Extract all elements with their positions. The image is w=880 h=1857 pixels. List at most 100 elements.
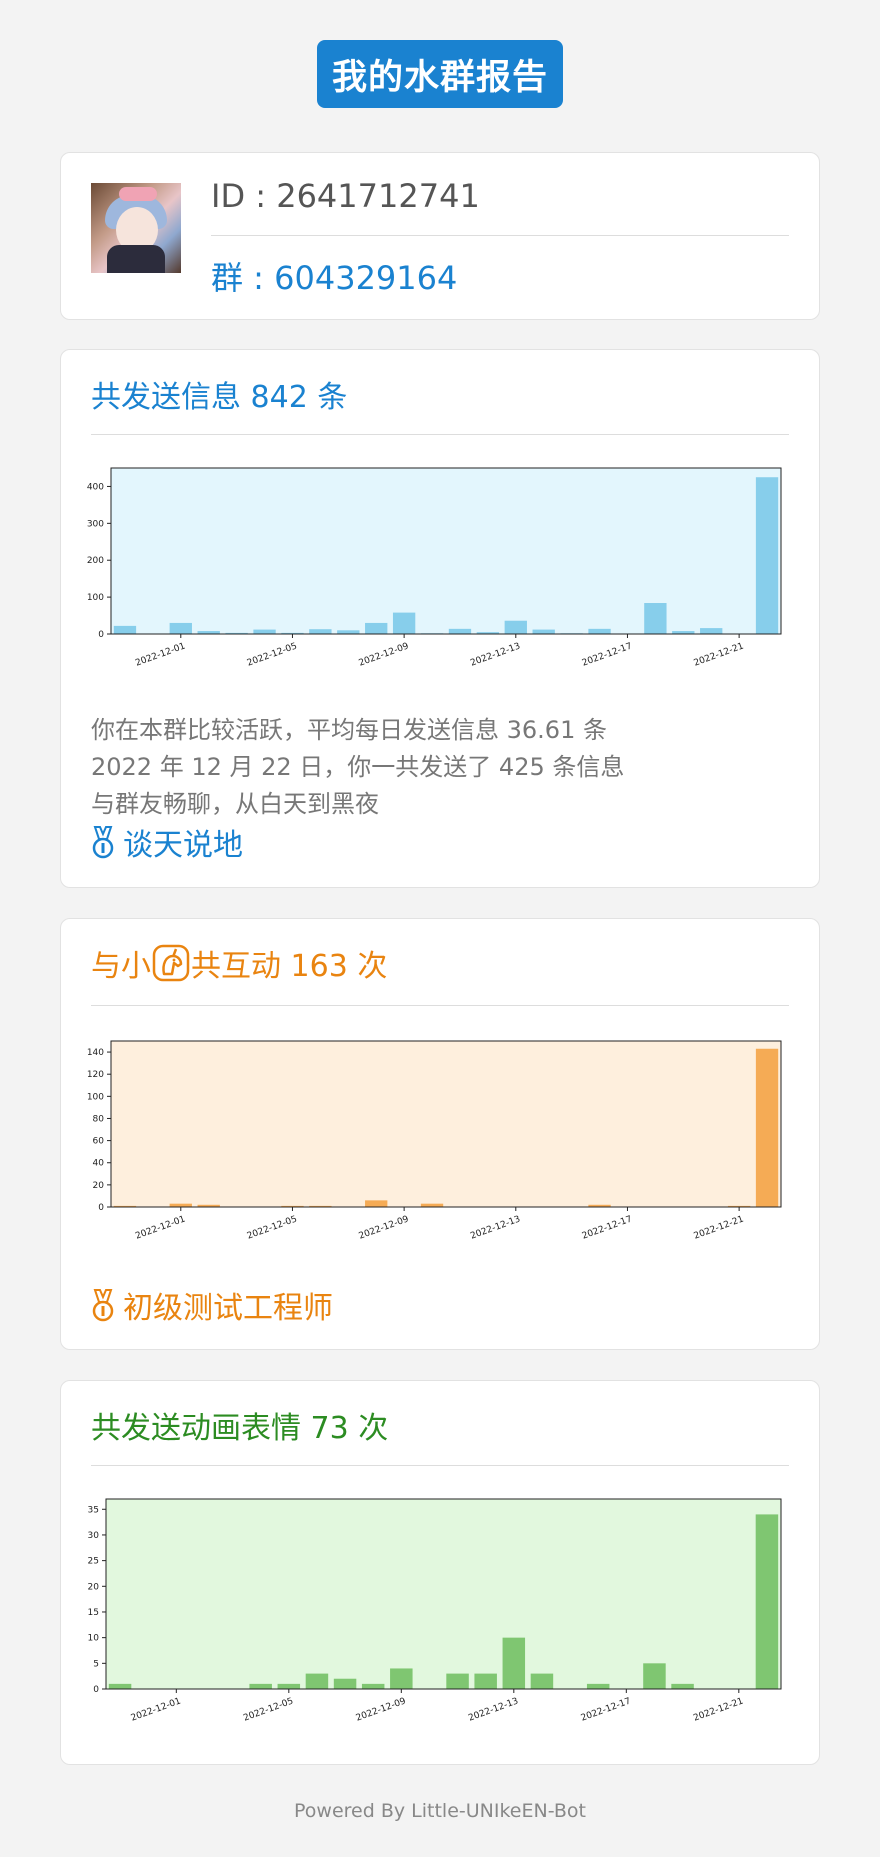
avatar: [91, 183, 181, 273]
bar: [644, 603, 667, 634]
bar: [446, 1673, 469, 1689]
interactions-card: 与小 共互动 163 次 0 20 40 60 80 100 120 140 2022-12-0…: [60, 918, 820, 1350]
y-tick-label: 100: [87, 1092, 104, 1102]
y-tick-label: 120: [87, 1070, 104, 1080]
interactions-title-prefix: 与小: [91, 949, 151, 984]
x-tick-label: 2022-12-13: [467, 1696, 520, 1723]
x-tick-label: 2022-12-01: [134, 641, 187, 668]
bar: [305, 1673, 329, 1689]
bar: [253, 629, 276, 634]
x-tick-label: 2022-12-09: [358, 641, 411, 668]
y-tick-label: 40: [93, 1159, 105, 1169]
y-tick-label: 15: [88, 1608, 99, 1618]
y-tick-label: 35: [88, 1505, 99, 1515]
y-tick-label: 0: [98, 1203, 104, 1213]
bar: [532, 629, 555, 634]
interactions-badge: 初级测试工程师: [91, 1283, 333, 1327]
footer-credit: Powered By Little-UNIkeEN-Bot: [294, 1800, 586, 1822]
y-tick-label: 300: [87, 519, 104, 529]
y-tick-label: 0: [93, 1685, 99, 1695]
stat-line-average: 你在本群比较活跃，平均每日发送信息 36.61 条: [91, 716, 607, 744]
x-tick-label: 2022-12-13: [469, 1214, 522, 1241]
stickers-divider: [91, 1465, 789, 1466]
x-tick-label: 2022-12-21: [693, 1214, 746, 1241]
x-tick-label: 2022-12-01: [134, 1214, 187, 1241]
y-tick-label: 20: [93, 1181, 105, 1191]
profile-divider: [211, 235, 789, 236]
messages-badge: 谈天说地: [91, 820, 243, 864]
y-tick-label: 400: [87, 482, 104, 492]
interactions-title: 与小 共互动 163 次: [91, 941, 387, 985]
bar: [333, 1678, 357, 1689]
plot-area: [111, 468, 781, 634]
y-tick-label: 5: [93, 1659, 99, 1669]
messages-chart: 0 100 200 300 400 2022-12-01 2022-12-05 2022-12…: [87, 467, 782, 668]
plot-area: [111, 1041, 781, 1207]
bar: [277, 1683, 301, 1689]
y-tick-label: 10: [88, 1634, 100, 1644]
unicorn-icon: [152, 944, 190, 982]
x-tick-label: 2022-12-21: [693, 641, 746, 668]
profile-card: ID : 2641712741 群 : 604329164: [60, 152, 820, 320]
x-tick-label: 2022-12-09: [358, 1214, 411, 1241]
bar: [448, 628, 472, 634]
x-tick-label: 2022-12-17: [580, 1696, 633, 1723]
bar: [108, 1683, 132, 1689]
bar: [365, 1200, 388, 1207]
medal-icon: [92, 826, 114, 859]
bar: [504, 620, 527, 634]
bar: [474, 1673, 497, 1689]
messages-stats: 你在本群比较活跃，平均每日发送信息 36.61 条 2022 年 12 月 22…: [91, 712, 624, 823]
bar: [390, 1668, 413, 1689]
report-title: 我的水群报告: [317, 40, 563, 108]
bar: [502, 1637, 526, 1689]
bar: [530, 1673, 554, 1689]
bar: [361, 1683, 385, 1689]
stickers-chart: 0 5 10 15 20 25 30 35 2022-12-01 2022-12-05 2022-1…: [88, 1498, 782, 1724]
x-tick-label: 2022-12-05: [246, 641, 299, 668]
bar: [249, 1683, 272, 1689]
plot-area: [106, 1499, 781, 1689]
x-tick-label: 2022-12-09: [355, 1696, 408, 1723]
bar: [392, 612, 416, 634]
y-tick-label: 60: [93, 1137, 105, 1147]
x-tick-label: 2022-12-17: [581, 1214, 634, 1241]
bar: [337, 630, 360, 634]
medal-icon: [92, 1289, 114, 1322]
messages-badge-label: 谈天说地: [123, 828, 243, 863]
bar: [643, 1663, 666, 1689]
x-tick-label: 2022-12-13: [469, 641, 522, 668]
group-id: 群 : 604329164: [211, 259, 458, 297]
bar: [755, 1514, 779, 1689]
y-tick-label: 100: [87, 593, 104, 603]
y-tick-label: 25: [88, 1557, 99, 1567]
user-id: ID : 2641712741: [211, 177, 480, 215]
messages-divider: [91, 434, 789, 435]
interactions-title-suffix: 共互动 163 次: [191, 949, 388, 984]
y-tick-label: 0: [98, 630, 104, 640]
y-tick-label: 80: [93, 1114, 105, 1124]
bar: [700, 628, 723, 634]
bar: [113, 625, 137, 634]
bar: [365, 622, 388, 634]
y-tick-label: 140: [87, 1048, 104, 1058]
stickers-card: 共发送动画表情 73 次 0 5 10 15 20 25 30 35 2022-12-01 202…: [60, 1380, 820, 1765]
y-tick-label: 20: [88, 1582, 100, 1592]
bar: [671, 1683, 694, 1689]
x-tick-label: 2022-12-05: [246, 1214, 299, 1241]
bar: [588, 628, 611, 634]
bar: [586, 1683, 610, 1689]
stat-line-peak: 2022 年 12 月 22 日，你一共发送了 425 条信息: [91, 753, 625, 781]
messages-card: 共发送信息 842 条 0 100 200 300 400 2022-12-01 2022-…: [60, 349, 820, 888]
x-tick-label: 2022-12-21: [692, 1696, 745, 1723]
stat-line-comment: 与群友畅聊，从白天到黑夜: [91, 790, 379, 818]
bar: [755, 477, 779, 634]
interactions-chart: 0 20 40 60 80 100 120 140 2022-12-01 2022-12-05 20…: [87, 1040, 782, 1241]
x-tick-label: 2022-12-05: [242, 1696, 295, 1723]
interactions-badge-label: 初级测试工程师: [123, 1291, 333, 1326]
interactions-divider: [91, 1005, 789, 1006]
y-tick-label: 200: [87, 556, 104, 566]
bar: [169, 622, 192, 634]
stickers-title: 共发送动画表情 73 次: [91, 1411, 389, 1446]
bar: [309, 629, 332, 634]
